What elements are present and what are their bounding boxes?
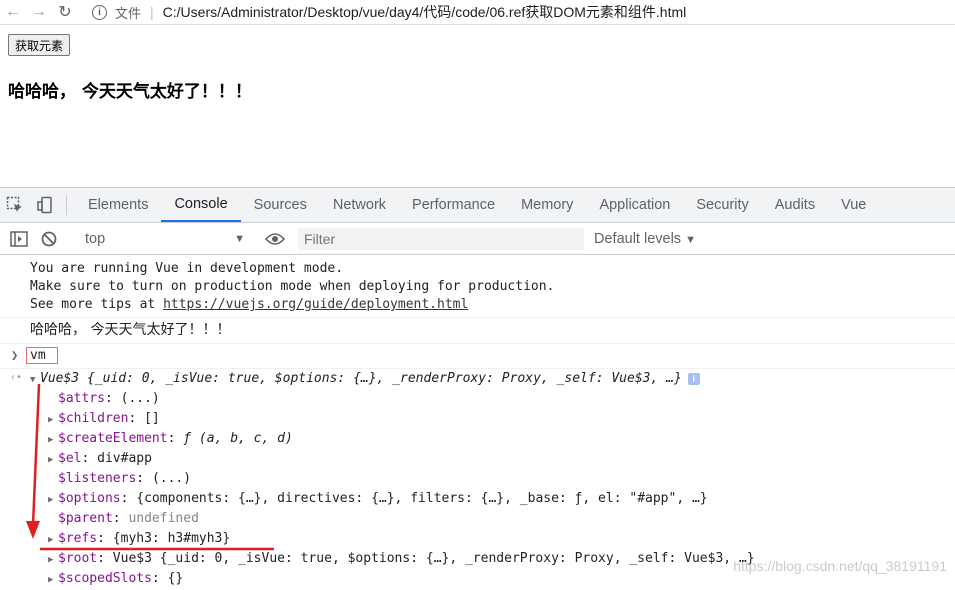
console-line: You are running Vue in development mode. <box>30 261 344 276</box>
property-value: {components: {…}, directives: {…}, filte… <box>136 491 708 506</box>
site-info-icon[interactable]: i <box>92 4 107 20</box>
console-toolbar: top ▼ Default levels ▼ <box>0 223 955 255</box>
property-row: $parent: undefined <box>58 511 199 526</box>
tab-divider <box>66 195 67 215</box>
property-row: $attrs: (...) <box>58 391 160 406</box>
eye-icon[interactable] <box>260 232 290 246</box>
collapsed-triangle-icon[interactable]: ▶ <box>48 530 58 550</box>
collapsed-triangle-icon[interactable]: ▶ <box>48 450 58 470</box>
property-key: $attrs <box>58 391 105 406</box>
property-row[interactable]: ▶ $el: div#app <box>0 449 955 469</box>
collapsed-triangle-icon[interactable]: ▶ <box>48 570 58 590</box>
tab-security[interactable]: Security <box>683 188 761 222</box>
property-key: $options <box>58 491 121 506</box>
property-row[interactable]: ▶ $options: {components: {…}, directives:… <box>0 489 955 509</box>
property-key: $children <box>58 411 129 426</box>
sidebar-toggle-icon[interactable] <box>4 230 34 247</box>
tab-vue[interactable]: Vue <box>828 188 879 222</box>
property-value: {myh3: h3#myh3} <box>112 531 231 546</box>
clear-console-icon[interactable] <box>34 231 64 247</box>
property-value: ƒ (a, b, c, d) <box>183 431 293 446</box>
property-key: $el <box>58 451 82 466</box>
tab-memory[interactable]: Memory <box>508 188 586 222</box>
tab-console[interactable]: Console <box>161 188 241 222</box>
property-key: $createElement <box>58 431 168 446</box>
devtools-panel: Elements Console Sources Network Perform… <box>0 187 955 586</box>
devtools-tabbar: Elements Console Sources Network Perform… <box>0 187 955 223</box>
property-key: $refs <box>58 531 98 546</box>
property-value: undefined <box>128 511 199 526</box>
device-toolbar-icon[interactable] <box>30 188 60 222</box>
tab-sources[interactable]: Sources <box>241 188 320 222</box>
property-key: $root <box>58 551 98 566</box>
tab-network[interactable]: Network <box>320 188 399 222</box>
console-input-entry: ❯ vm <box>0 344 955 369</box>
caret-down-icon: ▼ <box>685 233 696 246</box>
collapsed-triangle-icon[interactable]: ▶ <box>48 430 58 450</box>
get-element-button[interactable]: 获取元素 <box>8 34 71 56</box>
console-log-message: 哈哈哈， 今天天气太好了！！！ <box>0 318 955 344</box>
tab-audits[interactable]: Audits <box>762 188 828 222</box>
property-key: $scopedSlots <box>58 571 152 586</box>
collapsed-triangle-icon[interactable]: ▶ <box>48 410 58 430</box>
context-select[interactable]: top ▼ <box>85 231 245 247</box>
vue-dev-mode-message: You are running Vue in development mode.… <box>0 255 955 318</box>
deployment-link[interactable]: https://vuejs.org/guide/deployment.html <box>163 297 468 312</box>
address-separator: | <box>150 4 154 20</box>
property-key: $parent <box>58 511 113 526</box>
object-summary-row[interactable]: ▼ Vue$3 {_uid: 0, _isVue: true, $options:… <box>0 369 955 389</box>
watermark: https://blog.csdn.net/qq_38191191 <box>733 558 947 574</box>
back-arrow-icon[interactable]: ← <box>0 3 26 21</box>
property-value[interactable]: (...) <box>152 471 191 486</box>
expanded-triangle-icon[interactable]: ▼ <box>30 370 40 390</box>
property-value: [] <box>144 411 160 426</box>
page-heading: 哈哈哈， 今天天气太好了！！！ <box>8 82 252 102</box>
console-output: You are running Vue in development mode.… <box>0 255 955 589</box>
tab-elements[interactable]: Elements <box>75 188 161 222</box>
property-value: {} <box>167 571 184 586</box>
property-row: $listeners: (...) <box>58 471 192 486</box>
reload-icon[interactable]: ↻ <box>52 2 78 22</box>
tab-performance[interactable]: Performance <box>399 188 508 222</box>
address-bar: ← → ↻ i 文件 | C:/Users/Administrator/Desk… <box>0 0 955 25</box>
caret-down-icon: ▼ <box>234 232 245 245</box>
object-summary: Vue$3 {_uid: 0, _isVue: true, $options: … <box>40 371 682 386</box>
log-levels-label: Default levels <box>594 230 682 247</box>
collapsed-triangle-icon[interactable]: ▶ <box>48 490 58 510</box>
property-key: $listeners <box>58 471 137 486</box>
console-result: ‹• ▼ Vue$3 {_uid: 0, _isVue: true, $optio… <box>0 369 955 589</box>
console-command[interactable]: vm <box>26 347 58 364</box>
console-line: Make sure to turn on production mode whe… <box>30 279 555 294</box>
url-field[interactable]: C:/Users/Administrator/Desktop/vue/day4/… <box>163 2 687 22</box>
tab-application[interactable]: Application <box>586 188 683 222</box>
property-value[interactable]: (...) <box>121 391 160 406</box>
page-viewport: 获取元素 哈哈哈， 今天天气太好了！！！ <box>0 25 955 187</box>
filter-input[interactable] <box>298 227 584 250</box>
property-row[interactable]: ▶ $refs: {myh3: h3#myh3} <box>0 529 955 549</box>
property-row[interactable]: ▶ $createElement: ƒ (a, b, c, d) <box>0 429 955 449</box>
property-row[interactable]: ▶ $children: [] <box>0 409 955 429</box>
inspect-element-icon[interactable] <box>0 188 30 222</box>
console-line: See more tips at https://vuejs.org/guide… <box>30 297 469 312</box>
file-label: 文件 <box>115 5 142 21</box>
collapsed-triangle-icon[interactable]: ▶ <box>48 550 58 570</box>
property-value: div#app <box>97 451 152 466</box>
prompt-chevron-icon: ❯ <box>11 348 19 362</box>
property-value: Vue$3 {_uid: 0, _isVue: true, $options: … <box>112 551 755 566</box>
forward-arrow-icon[interactable]: → <box>26 3 52 21</box>
log-levels-select[interactable]: Default levels ▼ <box>594 231 696 247</box>
context-select-value: top <box>85 230 106 247</box>
info-badge-icon[interactable]: i <box>687 372 700 385</box>
